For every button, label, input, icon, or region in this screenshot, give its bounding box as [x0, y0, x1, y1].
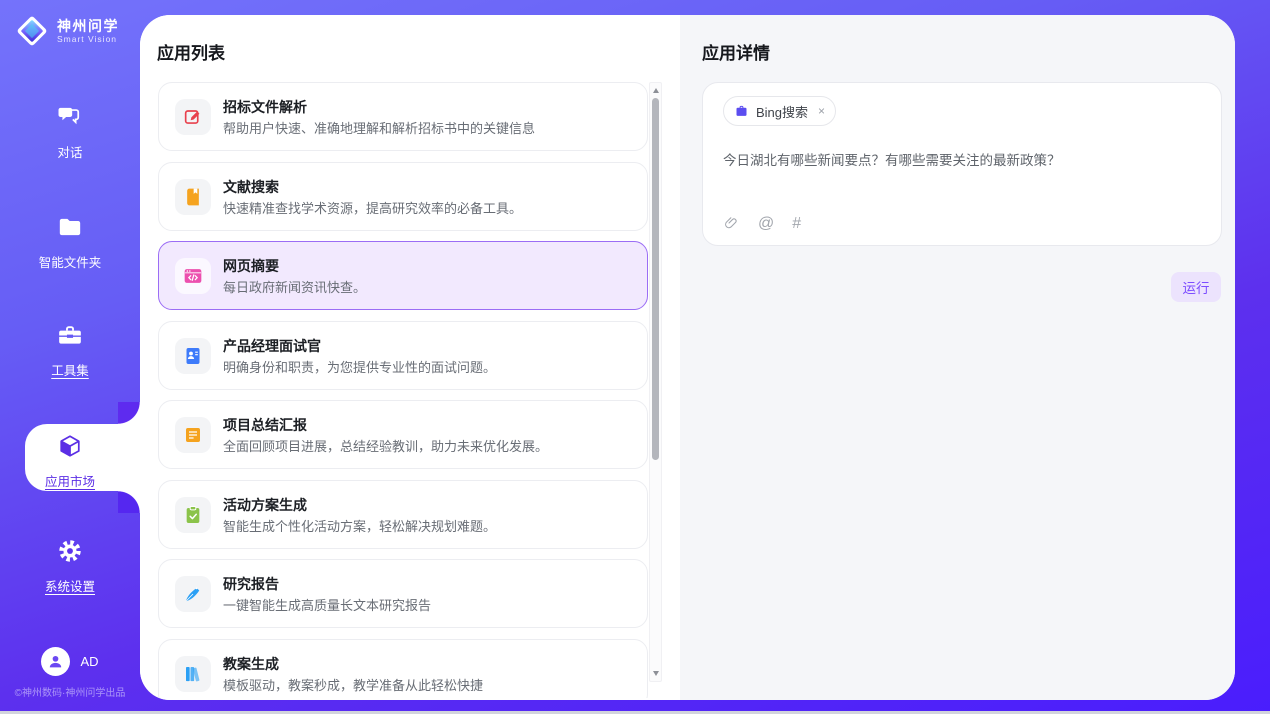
app-card-title: 教案生成	[223, 654, 279, 674]
brand-name: 神州问学	[57, 18, 119, 34]
sidebar-item-smart-folder[interactable]: 智能文件夹	[0, 214, 140, 271]
mention-icon[interactable]: @	[758, 216, 774, 232]
app-card-lesson-plan[interactable]: 教案生成 模板驱动，教案秒成，教学准备从此轻松快捷	[158, 639, 648, 699]
app-card-description: 一键智能生成高质量长文本研究报告	[223, 595, 431, 614]
gear-icon	[57, 538, 83, 564]
briefcase-icon	[734, 104, 749, 119]
sidebar-item-chat[interactable]: 对话	[0, 104, 140, 161]
avatar	[41, 647, 70, 676]
app-card-description: 智能生成个性化活动方案，轻松解决规划难题。	[223, 516, 496, 535]
app-card-title: 活动方案生成	[223, 495, 307, 515]
diamond-logo-icon	[14, 13, 50, 49]
app-card-event-plan[interactable]: 活动方案生成 智能生成个性化活动方案，轻松解决规划难题。	[158, 480, 648, 549]
app-card-description: 帮助用户快速、准确地理解和解析招标书中的关键信息	[223, 118, 535, 137]
chat-icon	[57, 104, 83, 130]
sidebar-item-label: 智能文件夹	[0, 252, 140, 271]
app-card-description: 每日政府新闻资讯快查。	[223, 277, 366, 296]
app-card-web-summary[interactable]: 网页摘要 每日政府新闻资讯快查。	[158, 241, 648, 310]
interview-doc-icon	[175, 338, 211, 374]
scroll-down-icon[interactable]	[653, 671, 659, 676]
close-icon[interactable]: ×	[818, 104, 825, 118]
app-card-title: 招标文件解析	[223, 97, 307, 117]
list-scrollbar[interactable]	[649, 82, 662, 682]
app-card-title: 项目总结汇报	[223, 415, 307, 435]
app-list-panel: 应用列表 招标文件解析 帮助用户快速、准确地理解和解析招标书中的关键信息 文献搜…	[140, 15, 680, 700]
app-card-title: 产品经理面试官	[223, 336, 321, 356]
app-card-title: 研究报告	[223, 574, 279, 594]
web-code-icon	[175, 258, 211, 294]
toolbox-icon	[57, 322, 83, 348]
sidebar-item-label: 工具集	[0, 360, 140, 379]
edit-document-icon	[175, 99, 211, 135]
user-icon	[46, 652, 65, 671]
book-icon	[175, 179, 211, 215]
app-card-list: 招标文件解析 帮助用户快速、准确地理解和解析招标书中的关键信息 文献搜索 快速精…	[158, 82, 648, 698]
app-card-pm-interviewer[interactable]: 产品经理面试官 明确身份和职责，为您提供专业性的面试问题。	[158, 321, 648, 390]
run-button[interactable]: 运行	[1171, 272, 1221, 302]
sidebar-item-app-market[interactable]: 应用市场	[25, 424, 140, 491]
app-card-description: 快速精准查找学术资源，提高研究效率的必备工具。	[223, 198, 522, 217]
hash-icon[interactable]: #	[792, 216, 801, 232]
app-card-bid-analysis[interactable]: 招标文件解析 帮助用户快速、准确地理解和解析招标书中的关键信息	[158, 82, 648, 151]
report-note-icon	[175, 417, 211, 453]
sidebar-item-label: 应用市场	[0, 471, 140, 490]
app-card-research-report[interactable]: 研究报告 一键智能生成高质量长文本研究报告	[158, 559, 648, 628]
sidebar-item-label: 对话	[0, 142, 140, 161]
app-list-title: 应用列表	[157, 39, 225, 64]
paperclip-icon[interactable]	[723, 215, 740, 232]
copyright-footer: ©神州数码·神州问学出品	[0, 684, 140, 699]
user-row[interactable]: AD	[0, 647, 140, 676]
brand-tagline: Smart Vision	[57, 34, 119, 44]
app-card-title: 文献搜索	[223, 177, 279, 197]
user-initials: AD	[80, 654, 98, 669]
folder-icon	[57, 214, 83, 240]
tool-chip-label: Bing搜索	[756, 102, 808, 121]
scroll-up-icon[interactable]	[653, 88, 659, 93]
cube-icon	[57, 433, 83, 459]
attachment-toolbar: @#	[723, 215, 801, 232]
brand-logo: 神州问学 Smart Vision	[14, 13, 119, 49]
tool-chip-bing-search[interactable]: Bing搜索 ×	[723, 96, 836, 126]
sidebar: 神州问学 Smart Vision 对话智能文件夹工具集应用市场系统设置 AD …	[0, 0, 140, 714]
app-card-description: 模板驱动，教案秒成，教学准备从此轻松快捷	[223, 675, 483, 694]
app-card-description: 明确身份和职责，为您提供专业性的面试问题。	[223, 357, 496, 376]
clipboard-check-icon	[175, 497, 211, 533]
app-detail-panel: 应用详情 Bing搜索 × 今日湖北有哪些新闻要点？有哪些需要关注的最新政策？ …	[680, 15, 1235, 700]
content-area: 应用列表 招标文件解析 帮助用户快速、准确地理解和解析招标书中的关键信息 文献搜…	[140, 15, 1235, 700]
prompt-text[interactable]: 今日湖北有哪些新闻要点？有哪些需要关注的最新政策？	[723, 151, 1193, 170]
scrollbar-thumb[interactable]	[652, 98, 659, 460]
app-detail-title: 应用详情	[702, 39, 770, 64]
app-card-project-summary[interactable]: 项目总结汇报 全面回顾项目进展，总结经验教训，助力未来优化发展。	[158, 400, 648, 469]
sidebar-item-label: 系统设置	[0, 576, 140, 595]
sidebar-item-toolset[interactable]: 工具集	[0, 322, 140, 379]
sidebar-item-settings[interactable]: 系统设置	[0, 538, 140, 595]
app-card-title: 网页摘要	[223, 256, 279, 276]
prompt-editor[interactable]: Bing搜索 × 今日湖北有哪些新闻要点？有哪些需要关注的最新政策？ @#	[702, 82, 1222, 246]
pen-icon	[175, 576, 211, 612]
app-card-literature-search[interactable]: 文献搜索 快速精准查找学术资源，提高研究效率的必备工具。	[158, 162, 648, 231]
books-icon	[175, 656, 211, 692]
app-card-description: 全面回顾项目进展，总结经验教训，助力未来优化发展。	[223, 436, 548, 455]
